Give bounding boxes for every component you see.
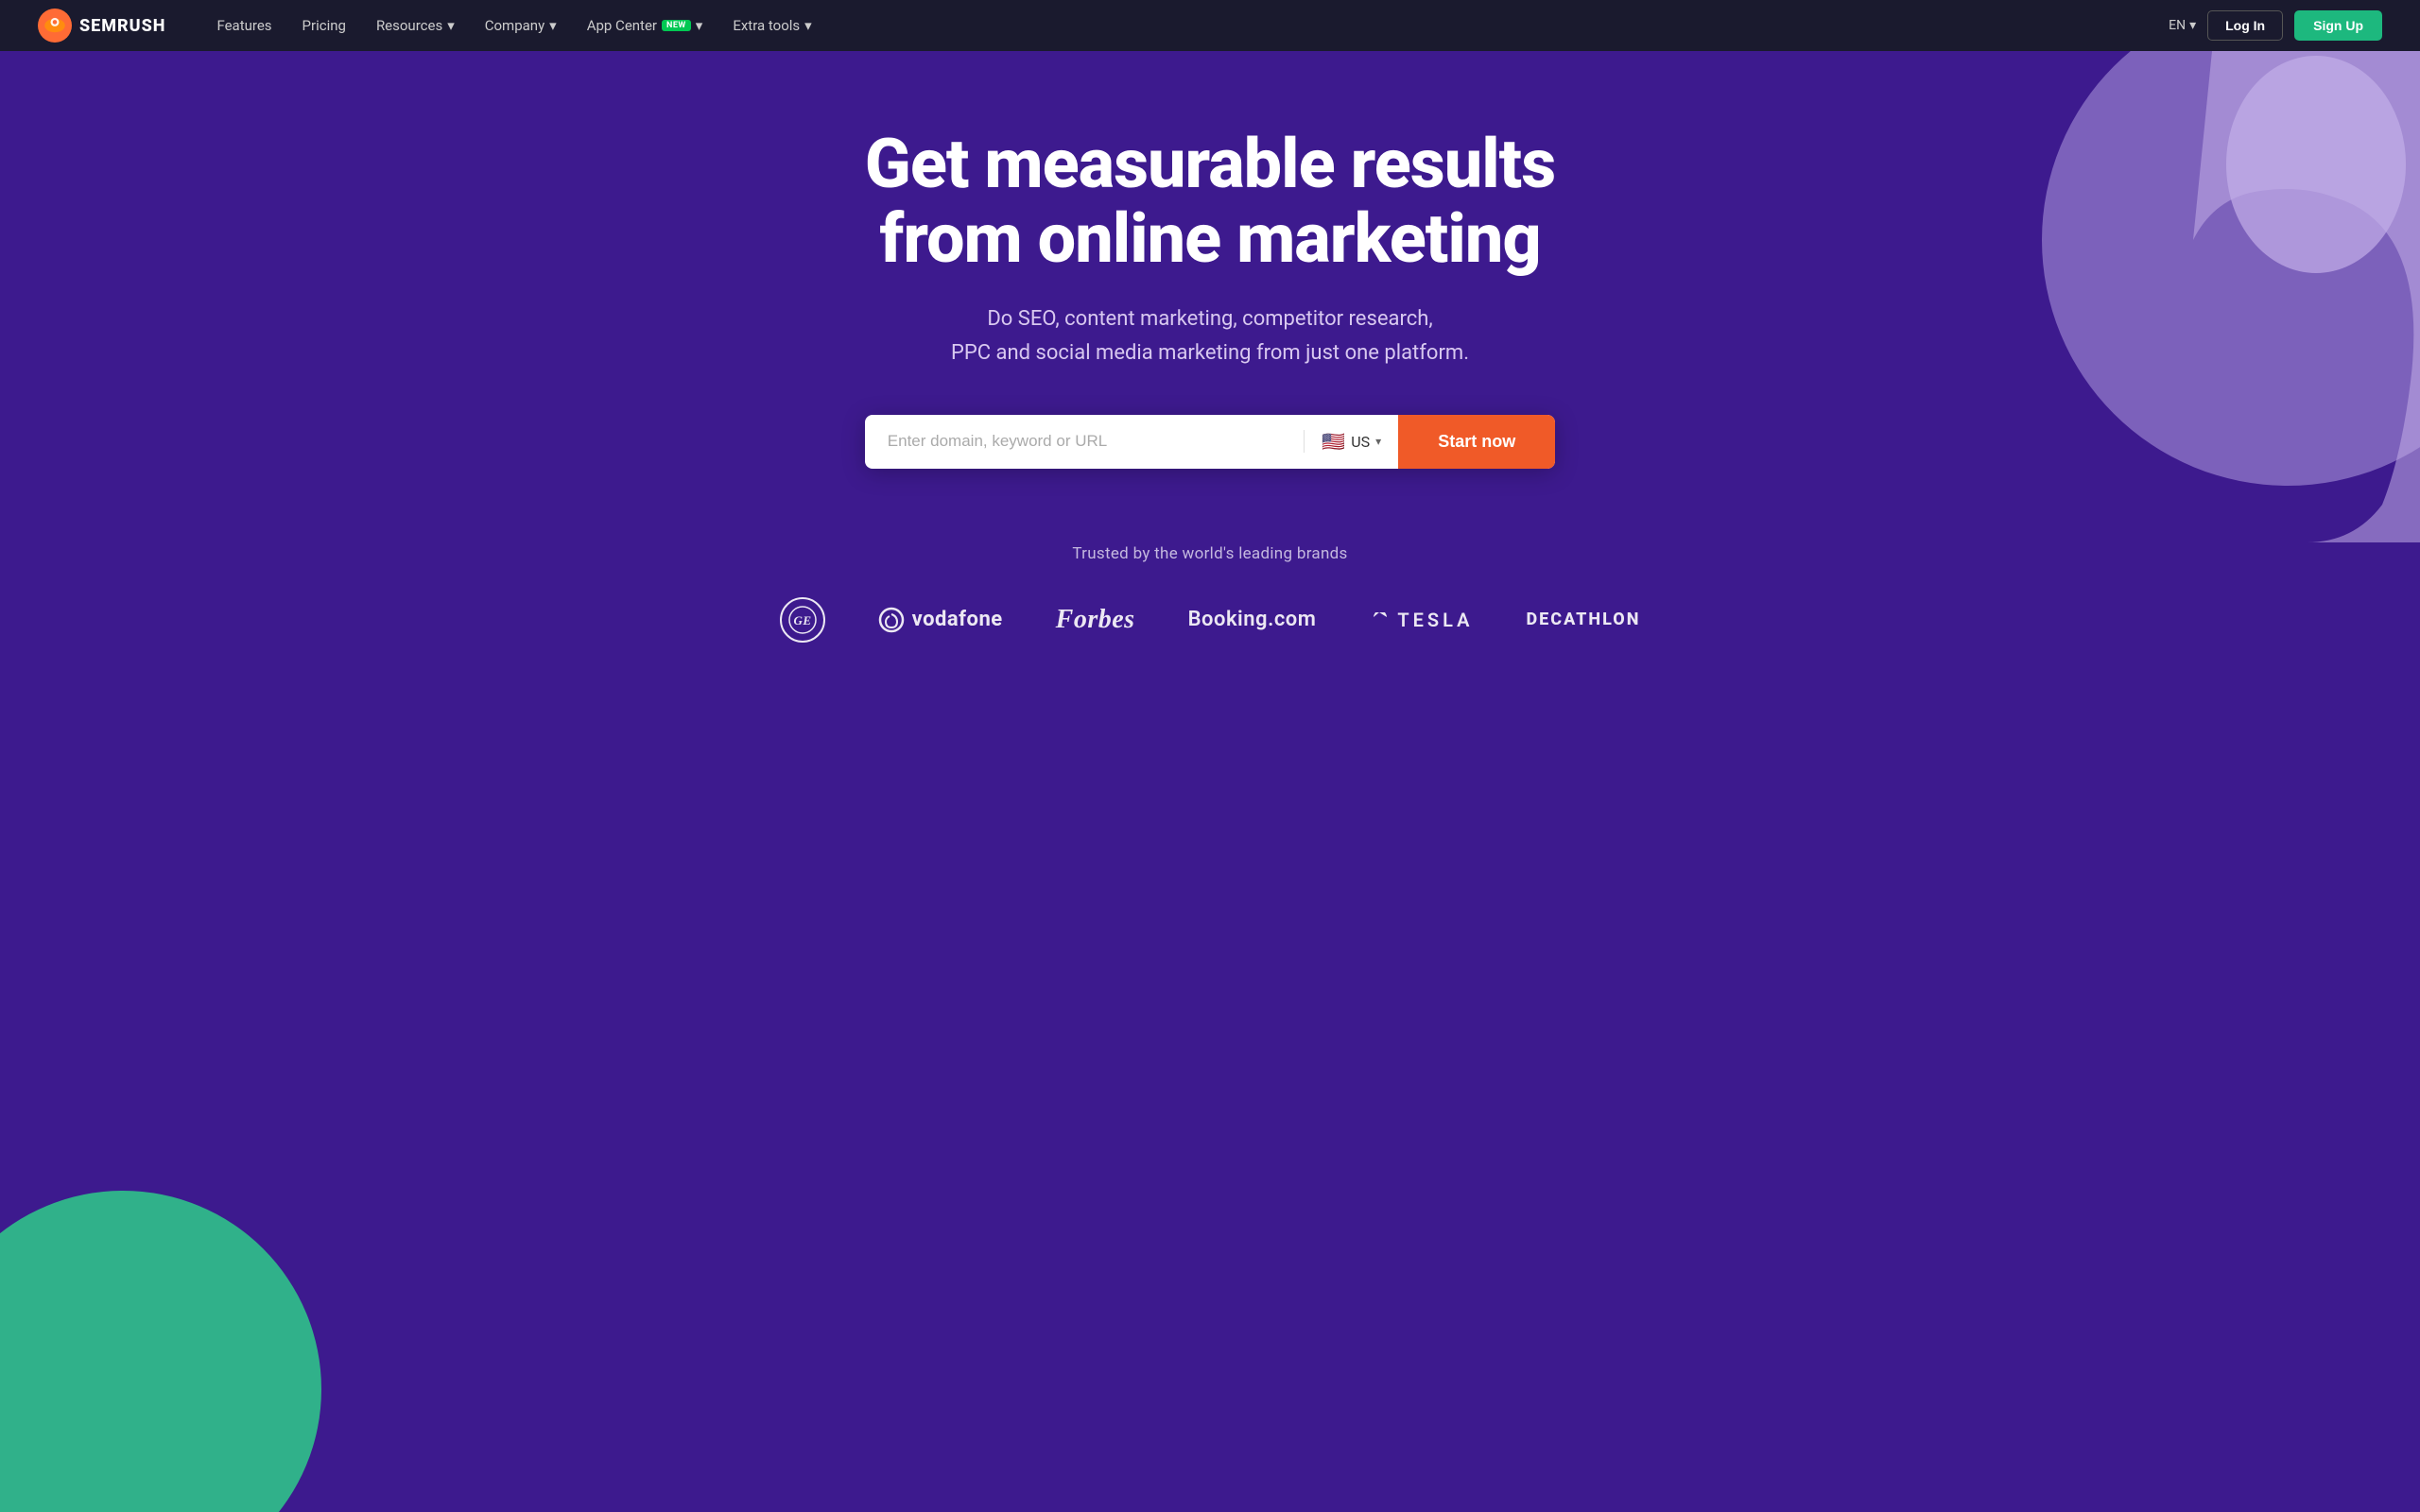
chevron-down-icon: ▾ [549, 17, 557, 34]
nav-app-center[interactable]: App Center NEW ▾ [574, 11, 717, 40]
search-bar: 🇺🇸 US ▾ Start now [865, 415, 1555, 469]
main-nav: SEMRUSH Features Pricing Resources ▾ Com… [0, 0, 2420, 51]
vodafone-icon [878, 607, 905, 633]
start-now-button[interactable]: Start now [1398, 415, 1555, 469]
ge-logo: GE [780, 597, 825, 643]
brand-decathlon: DECATHLON [1527, 610, 1641, 629]
nav-right: EN ▾ Log In Sign Up [2169, 10, 2382, 41]
silhouette-right [2023, 51, 2420, 542]
chevron-down-icon: ▾ [2189, 18, 2196, 33]
country-selector[interactable]: 🇺🇸 US ▾ [1304, 430, 1398, 453]
deco-circle-left [0, 1191, 321, 1512]
chevron-down-icon: ▾ [696, 17, 703, 34]
chevron-down-icon: ▾ [447, 17, 455, 34]
brand-tesla: TESLA [1369, 609, 1473, 631]
brands-label: Trusted by the world's leading brands [742, 544, 1679, 563]
brands-list: GE vodafone Forbes Booking.com [742, 597, 1679, 643]
logo[interactable]: SEMRUSH [38, 9, 165, 43]
search-input[interactable] [865, 415, 1305, 468]
hero-subtitle: Do SEO, content marketing, competitor re… [865, 302, 1555, 369]
nav-links: Features Pricing Resources ▾ Company ▾ A… [203, 11, 2169, 40]
brand-booking: Booking.com [1188, 608, 1317, 631]
brand-ge: GE [780, 597, 825, 643]
language-selector[interactable]: EN ▾ [2169, 18, 2196, 33]
brands-section: Trusted by the world's leading brands GE… [742, 544, 1679, 699]
hero-title: Get measurable results from online marke… [865, 127, 1555, 276]
nav-features[interactable]: Features [203, 11, 285, 40]
brand-vodafone: vodafone [878, 607, 1003, 633]
flag-icon: 🇺🇸 [1322, 430, 1345, 453]
nav-resources[interactable]: Resources ▾ [363, 11, 468, 40]
svg-text:GE: GE [793, 613, 811, 627]
hero-content: Get measurable results from online marke… [846, 127, 1574, 469]
login-button[interactable]: Log In [2207, 10, 2283, 41]
nav-pricing[interactable]: Pricing [289, 11, 359, 40]
nav-extra-tools[interactable]: Extra tools ▾ [719, 11, 824, 40]
tesla-icon [1369, 610, 1390, 630]
signup-button[interactable]: Sign Up [2294, 10, 2382, 41]
logo-text: SEMRUSH [79, 16, 165, 36]
chevron-down-icon: ▾ [804, 17, 812, 34]
chevron-down-icon: ▾ [1375, 435, 1381, 448]
nav-company[interactable]: Company ▾ [472, 11, 570, 40]
new-badge: NEW [662, 20, 691, 31]
hero-section: Get measurable results from online marke… [0, 51, 2420, 1512]
brand-forbes: Forbes [1056, 605, 1135, 635]
